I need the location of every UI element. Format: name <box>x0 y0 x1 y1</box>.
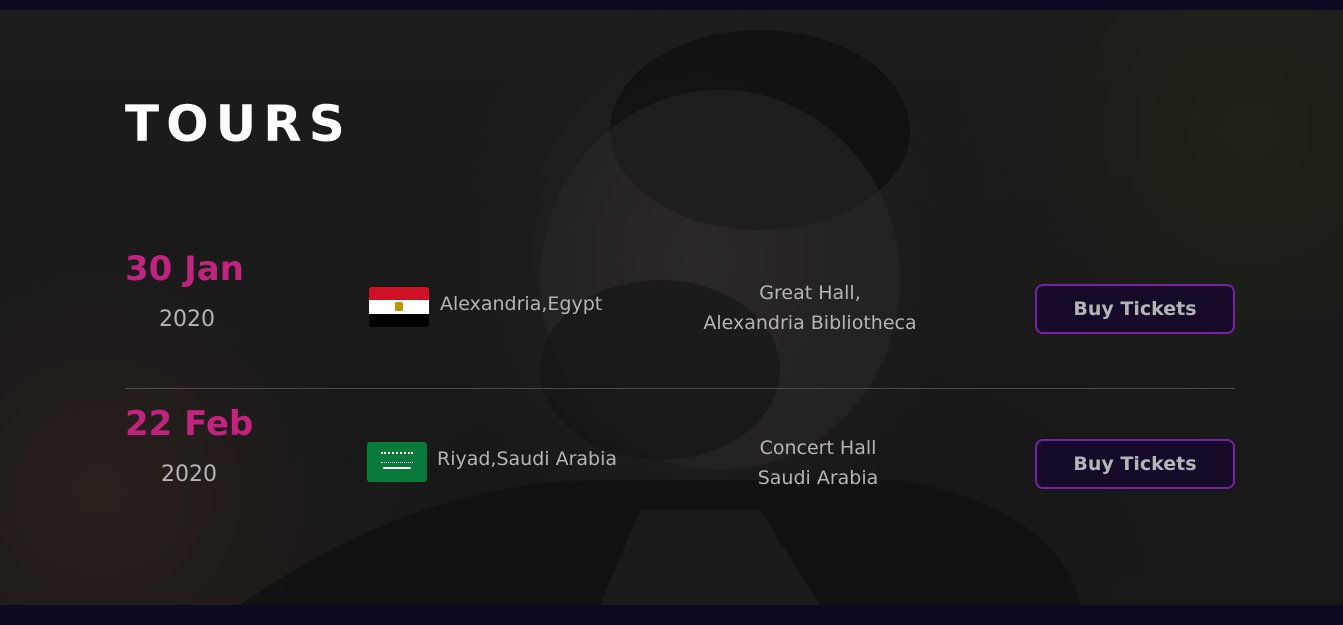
buy-tickets-button[interactable]: Buy Tickets <box>1035 439 1235 489</box>
tour-row: 22 Feb 2020 Riyad,Saudi Arabia Concert H… <box>125 400 1235 530</box>
tour-venue: Great Hall, Alexandria Bibliotheca <box>660 278 960 338</box>
saudi-arabia-flag-icon <box>367 442 427 482</box>
tour-city: Riyad,Saudi Arabia <box>437 448 618 470</box>
venue-line-2: Alexandria Bibliotheca <box>703 312 917 334</box>
page-title: TOURS <box>125 95 352 153</box>
tour-city: Alexandria,Egypt <box>440 293 603 315</box>
row-divider <box>125 388 1235 389</box>
venue-line-2: Saudi Arabia <box>757 467 879 489</box>
tour-date: 22 Feb <box>125 404 254 444</box>
top-bar <box>0 0 1343 10</box>
egypt-flag-icon <box>369 287 429 327</box>
venue-line-1: Concert Hall <box>759 437 877 459</box>
tour-year: 2020 <box>159 307 215 332</box>
tour-row: 30 Jan 2020 Alexandria,Egypt Great Hall,… <box>125 245 1235 375</box>
bottom-bar <box>0 605 1343 625</box>
tour-venue: Concert Hall Saudi Arabia <box>668 433 968 493</box>
tour-year: 2020 <box>161 462 217 487</box>
tour-date: 30 Jan <box>125 249 244 289</box>
venue-line-1: Great Hall, <box>759 282 861 304</box>
buy-tickets-button[interactable]: Buy Tickets <box>1035 284 1235 334</box>
